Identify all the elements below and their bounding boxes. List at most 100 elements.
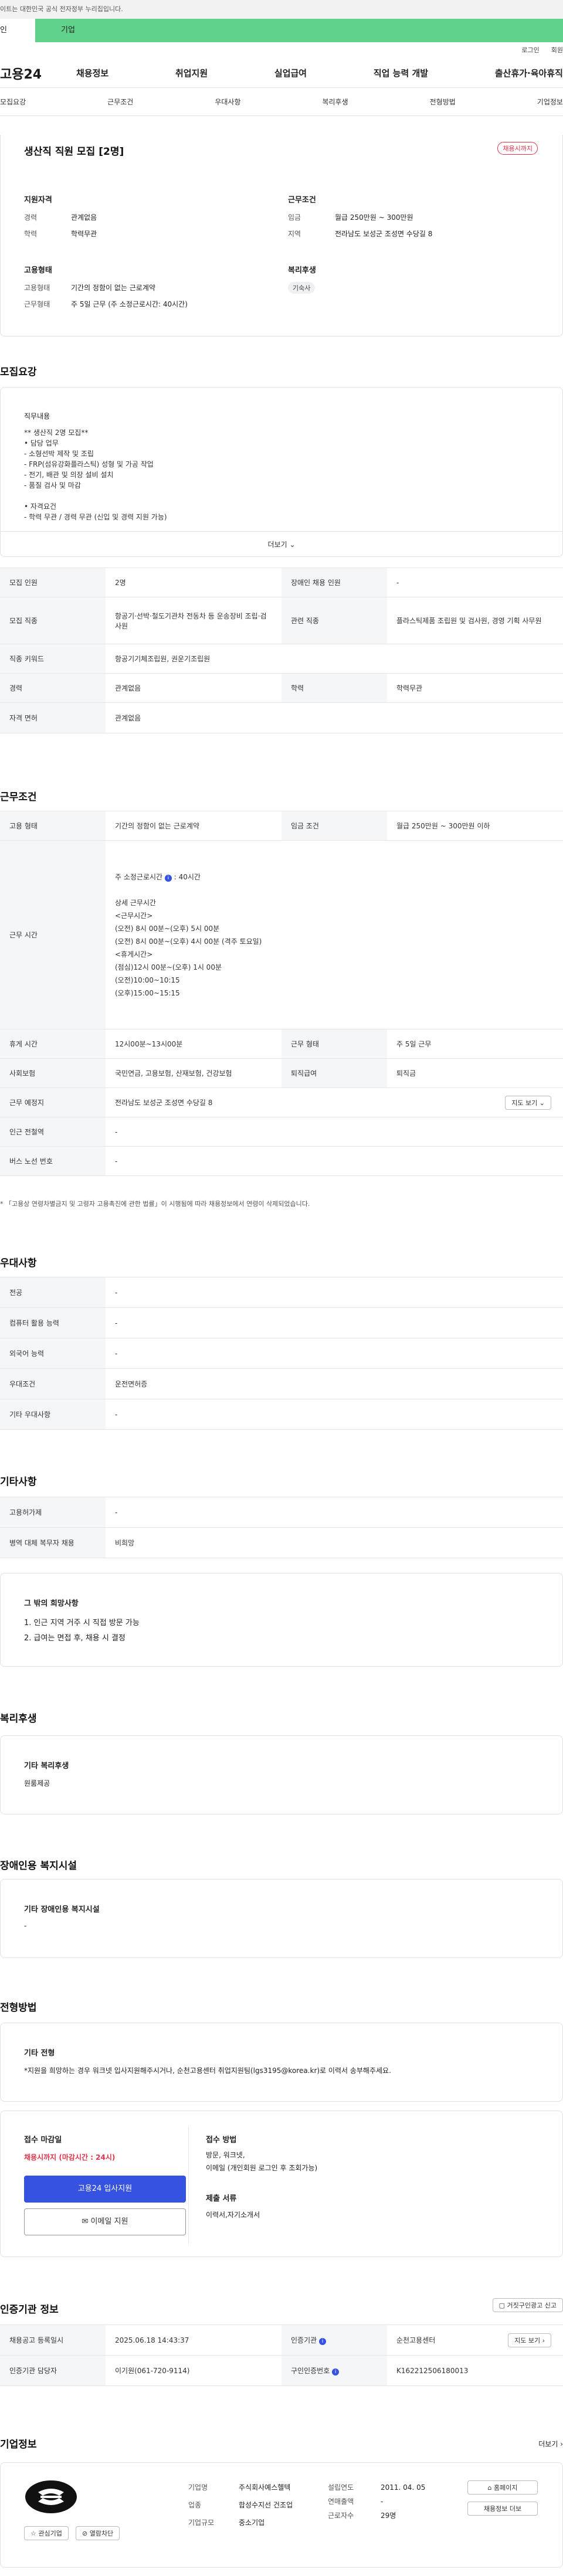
gnb-item-unemployment[interactable]: 실업급여 xyxy=(274,67,307,79)
signup-link[interactable]: 회원 xyxy=(551,42,563,59)
edu-label: 학력 xyxy=(282,673,387,703)
count-value: 2명 xyxy=(106,567,282,597)
block-button[interactable]: ⊘ 열람차단 xyxy=(76,2526,120,2540)
etc-label: 기타 우대사항 xyxy=(0,1399,106,1430)
hope-title: 그 밖의 희망사항 xyxy=(24,1599,79,1608)
pref-table: 전공 - 컴퓨터 활용 능력 - 외국어 능력 - 우대조건 운전면허증 기타 우대사항… xyxy=(0,1277,563,1430)
age-note: * 「고용상 연령차별금지 및 고령자 고용촉진에 관한 법률」이 시행됨에 따… xyxy=(0,1200,310,1208)
time-line: (오후)15:00~15:15 xyxy=(115,988,180,997)
lic-label: 자격 면허 xyxy=(0,702,106,733)
company-card: ☆ 관심기업 ⊘ 열람차단 기업명 주식회사예스헬텍 업종 합성수지선 건조업 기업… xyxy=(0,2462,563,2568)
tab-company[interactable]: 기업 xyxy=(35,19,563,42)
homepage-label: 홈페이지 xyxy=(494,2484,518,2492)
gnb-item-jobs[interactable]: 채용정보 xyxy=(76,67,108,79)
other-jobs-button[interactable]: 채용정보 더보 xyxy=(467,2502,538,2516)
disabled-label: 장애인 채용 인원 xyxy=(282,567,387,597)
emp-value: 기간의 정함이 없는 근로계약 xyxy=(106,811,282,841)
region-value: 전라남도 보성군 조성면 수당길 8 xyxy=(335,230,433,238)
method-value: 방문, 워크넷, xyxy=(206,2151,245,2159)
company-more-link[interactable]: 더보기 › xyxy=(538,2439,563,2449)
bus-label: 버스 노선 번호 xyxy=(0,1146,106,1176)
subnav-company[interactable]: 기업정보 xyxy=(537,97,563,107)
block-label: 열람차단 xyxy=(89,2530,114,2537)
career-value: 관계없음 xyxy=(106,673,282,703)
industry-value: 합성수지선 건조업 xyxy=(239,2501,293,2509)
time-line: (오전) 8시 00분~(오후) 5시 00분 xyxy=(115,924,220,933)
job-summary-card: 생산직 직원 모집 [2명] 채용시까지 지원자격 경력 관계없음 학력 학력무관 … xyxy=(0,135,563,337)
process-card-value: *지원을 희망하는 경우 워크넷 입사지원해주시거나, 순천고용센터 취업지원팀… xyxy=(24,2067,391,2075)
fav-company-button[interactable]: ☆ 관심기업 xyxy=(24,2526,69,2540)
docs-label: 제출 서류 xyxy=(206,2194,237,2203)
login-link[interactable]: 로그인 xyxy=(521,42,539,59)
time-hours: 40시간 xyxy=(178,872,201,881)
emp-title: 고용형태 xyxy=(24,266,52,275)
industry-label: 업종 xyxy=(188,2501,202,2509)
pc-value: - xyxy=(106,1307,563,1338)
job-desc-title: 직무내용 xyxy=(24,412,50,420)
apply-button[interactable]: 고용24 입사지원 xyxy=(24,2176,186,2203)
map-button[interactable]: 지도 보기 ⌄ xyxy=(505,1096,551,1110)
job-desc-line: • 담당 업무 xyxy=(24,439,59,447)
subnav-welfare[interactable]: 복리후생 xyxy=(322,97,348,107)
time-line: (오전)10:00~10:15 xyxy=(115,976,180,984)
job-desc-line: - FRP(섬유강화플라스틱) 성형 및 가공 작업 xyxy=(24,460,154,468)
home-icon: ⌂ xyxy=(487,2484,492,2492)
org-map-button[interactable]: 지도 보기 › xyxy=(508,2333,551,2347)
deadline-label: 접수 마감일 xyxy=(24,2136,62,2145)
emp-hours-label: 근무형태 xyxy=(24,300,50,308)
disabled-value: - xyxy=(387,567,563,597)
job-desc-line: ** 생산직 2명 모집** xyxy=(24,429,89,437)
tab-personal[interactable]: 인 xyxy=(0,19,35,42)
gnb-item-training[interactable]: 직업 능력 개발 xyxy=(374,67,428,79)
gov-notice-bar: 이트는 대한민국 공식 전자정부 누리집입니다. xyxy=(0,0,563,19)
sales-label: 연매출액 xyxy=(328,2497,354,2506)
deadline-badge: 채용시까지 xyxy=(497,142,538,155)
time-line: (오전) 8시 00분~(오후) 4시 00분 (격주 토요일) xyxy=(115,937,262,946)
subnav-process[interactable]: 전형방법 xyxy=(430,97,456,107)
company-name: 주식회사예스헬텍 xyxy=(239,2483,291,2492)
info-icon: i xyxy=(332,2368,340,2376)
job-label: 모집 직종 xyxy=(0,597,106,644)
type-label: 근무 형태 xyxy=(282,1029,387,1059)
size-value: 중소기업 xyxy=(239,2519,265,2527)
pref-heading: 우대사항 xyxy=(0,1258,37,1269)
benefit-card: 기타 복리후생 원룸제공 xyxy=(0,1735,563,1814)
site-logo[interactable]: 고용24 xyxy=(0,64,70,83)
subnav-conditions[interactable]: 근무조건 xyxy=(107,97,133,107)
deadline-value: 채용시까지 (마감시간 : 24시) xyxy=(24,2153,116,2162)
homepage-button[interactable]: ⌂ 홈페이지 xyxy=(467,2480,538,2495)
company-logo-mark xyxy=(25,2480,77,2513)
more-button[interactable]: 더보기 ⌄ xyxy=(1,531,562,557)
org-label: 인증기관 i xyxy=(282,2324,387,2356)
time-line: <근무시간> xyxy=(115,911,153,920)
break-value: 12시00분~13시00분 xyxy=(106,1029,282,1059)
info-icon: i xyxy=(319,2338,326,2345)
reg-value: 2025.06.18 14:43:37 xyxy=(106,2324,282,2356)
rel-label: 관련 직종 xyxy=(282,597,387,644)
break-label: 휴게 시간 xyxy=(0,1029,106,1059)
job-value: 항공기·선박·철도기관차 전동차 등 운송장비 조립·검사원 xyxy=(106,597,282,644)
subnav-recruit[interactable]: 모집요강 xyxy=(0,97,26,107)
gnb-item-employment[interactable]: 취업지원 xyxy=(175,67,208,79)
gnb-item-leave[interactable]: 출산휴가·육아휴직 xyxy=(495,67,563,79)
mail-icon: ✉ xyxy=(82,2217,89,2226)
wage-value: 월급 250만원 ~ 300만원 xyxy=(335,213,413,222)
block-icon: ⊘ xyxy=(82,2530,88,2537)
email-apply-button[interactable]: ✉ 이메일 지원 xyxy=(24,2208,186,2235)
more-label: 더보기 xyxy=(267,541,287,549)
subnav-preference[interactable]: 우대사항 xyxy=(215,97,240,107)
report-button[interactable]: ▢ 거짓구인광고 신고 xyxy=(492,2298,563,2312)
method-label: 접수 방법 xyxy=(206,2136,237,2145)
process-heading: 전형방법 xyxy=(0,2002,37,2014)
job-desc-blank xyxy=(24,491,167,501)
emp-type-label: 고용형태 xyxy=(24,284,50,292)
job-desc-line: • 자격요건 xyxy=(24,502,57,511)
apply-card: 접수 마감일 채용시까지 (마감시간 : 24시) 고용24 입사지원 ✉ 이메… xyxy=(0,2111,563,2257)
emp-type-value: 기간의 정함이 없는 근로계약 xyxy=(71,284,155,292)
bus-value: - xyxy=(106,1146,563,1176)
emp-count-value: 29명 xyxy=(381,2512,396,2520)
edu-value: 학력무관 xyxy=(71,230,97,238)
mgr-label: 인증기관 담당자 xyxy=(0,2355,106,2386)
rel-value: 플라스틱제품 조립원 및 검사원, 경영 기획 사무원 xyxy=(387,597,563,644)
job-title: 생산직 직원 모집 [2명] xyxy=(24,146,124,158)
